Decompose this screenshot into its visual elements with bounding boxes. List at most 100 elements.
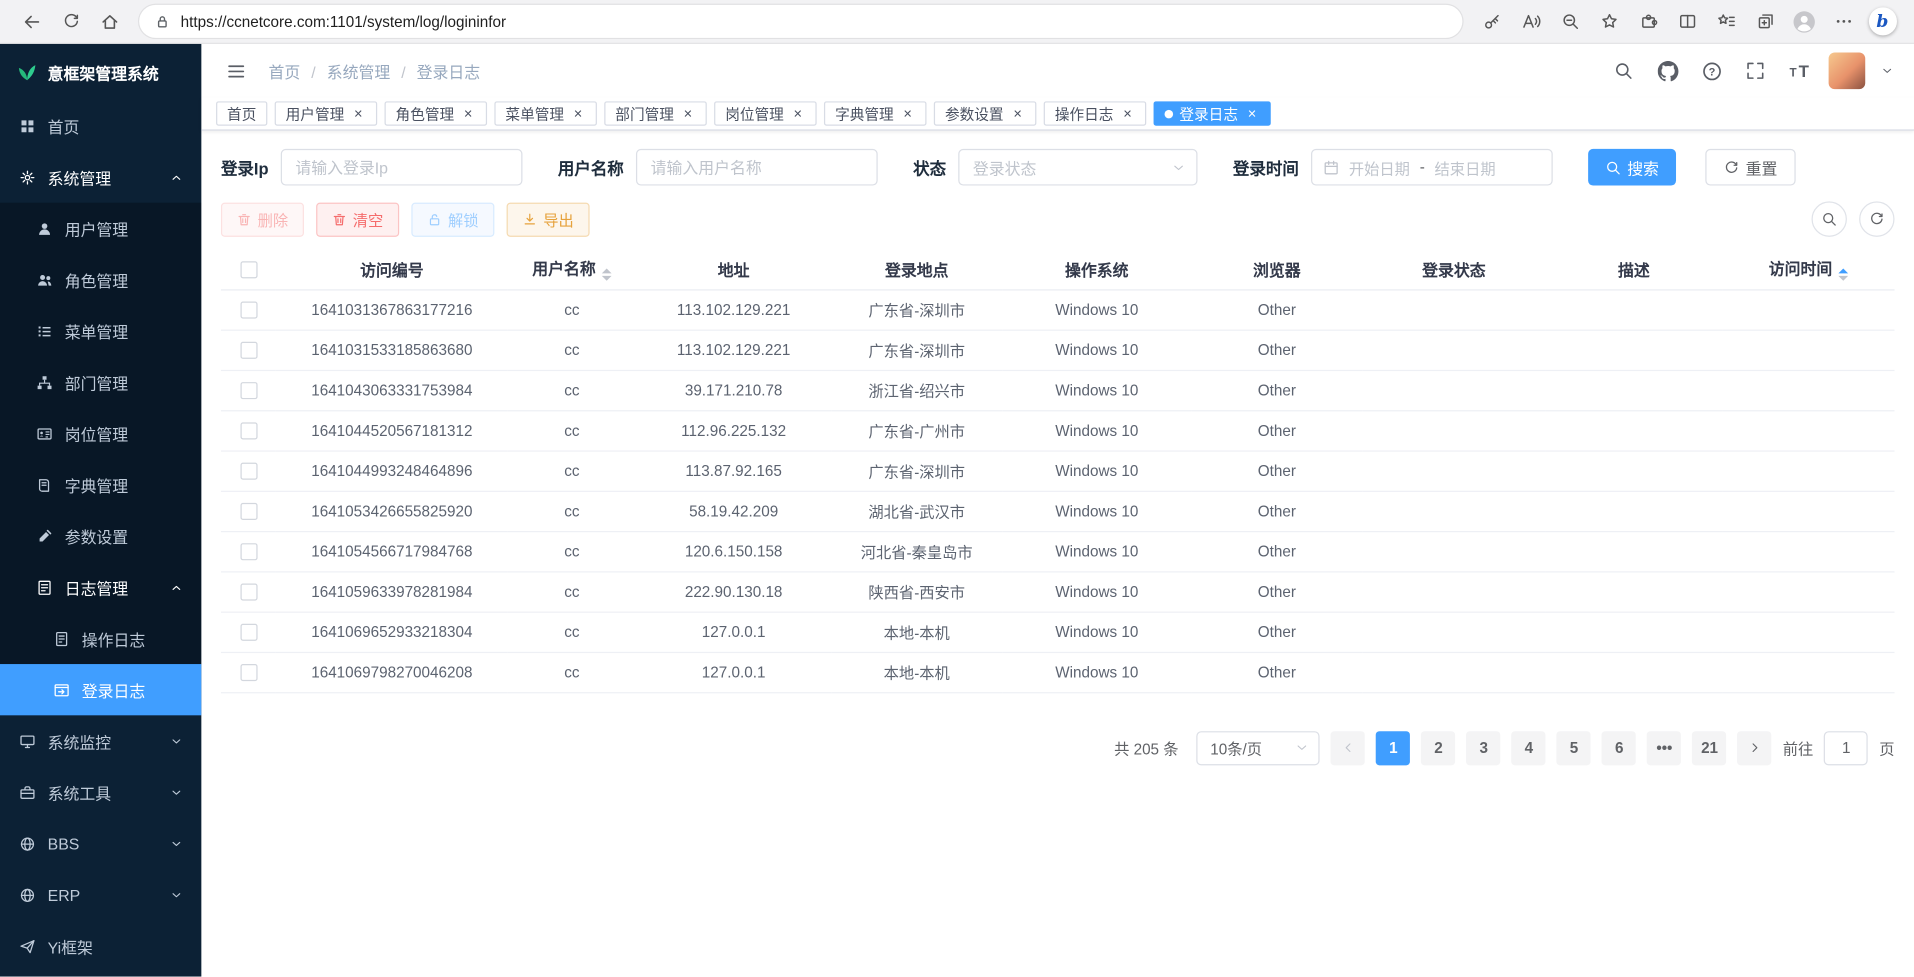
read-aloud-icon[interactable] [1511, 3, 1550, 40]
table-row[interactable]: 1641069798270046208 cc 127.0.0.1 本地-本机 W… [221, 652, 1895, 692]
tab-close-icon[interactable] [680, 106, 696, 122]
extensions-icon[interactable] [1628, 3, 1667, 40]
page-size-select[interactable]: 10条/页 [1197, 731, 1320, 765]
breadcrumb-item[interactable]: 首页 [269, 59, 301, 82]
tab-close-icon[interactable] [460, 106, 476, 122]
favorites-add-icon[interactable] [1589, 3, 1628, 40]
zoom-out-icon[interactable] [1550, 3, 1589, 40]
tab[interactable]: 首页 [216, 101, 267, 125]
password-key-icon[interactable] [1472, 3, 1511, 40]
page-number-button[interactable]: 21 [1692, 731, 1726, 765]
page-number-button[interactable]: 2 [1421, 731, 1455, 765]
clear-button[interactable]: 清空 [316, 202, 399, 236]
sidebar-item-yi-framework[interactable]: Yi框架 [0, 920, 201, 971]
user-menu-caret-icon[interactable] [1880, 56, 1895, 85]
sidebar-item-erp[interactable]: ERP [0, 869, 201, 920]
tab[interactable]: 岗位管理 [714, 101, 817, 125]
tab[interactable]: 登录日志 [1154, 101, 1271, 125]
sidebar-item-role-management[interactable]: 角色管理 [0, 254, 201, 305]
table-row[interactable]: 1641054566717984768 cc 120.6.150.158 河北省… [221, 531, 1895, 571]
reset-button[interactable]: 重置 [1705, 149, 1795, 186]
sidebar-item-bbs[interactable]: BBS [0, 818, 201, 869]
search-button[interactable]: 搜索 [1588, 149, 1676, 186]
user-avatar[interactable] [1829, 52, 1866, 89]
row-checkbox[interactable] [240, 624, 257, 641]
table-row[interactable]: 1641031533185863680 cc 113.102.129.221 广… [221, 330, 1895, 370]
github-icon[interactable] [1653, 56, 1682, 85]
sidebar-item-dept-management[interactable]: 部门管理 [0, 356, 201, 407]
page-number-button[interactable]: ••• [1647, 731, 1681, 765]
font-size-icon[interactable]: TT [1785, 56, 1814, 85]
table-row[interactable]: 1641059633978281984 cc 222.90.130.18 陕西省… [221, 571, 1895, 611]
table-row[interactable]: 1641044993248464896 cc 113.87.92.165 广东省… [221, 450, 1895, 490]
row-checkbox[interactable] [240, 422, 257, 439]
refresh-table-button[interactable] [1859, 201, 1894, 236]
browser-profile-avatar[interactable] [1785, 3, 1824, 40]
site-info-lock-icon[interactable] [154, 13, 171, 30]
table-row[interactable]: 1641044520567181312 cc 112.96.225.132 广东… [221, 410, 1895, 450]
sidebar-item-system-tools[interactable]: 系统工具 [0, 767, 201, 818]
browser-menu-dots-icon[interactable] [1824, 3, 1863, 40]
tab[interactable]: 角色管理 [385, 101, 488, 125]
sidebar-toggle-hamburger-icon[interactable] [221, 56, 250, 85]
username-input[interactable] [636, 149, 878, 186]
sidebar-item-operation-log[interactable]: 操作日志 [0, 613, 201, 664]
row-checkbox[interactable] [240, 382, 257, 399]
help-question-icon[interactable]: ? [1697, 56, 1726, 85]
date-range-picker[interactable]: 开始日期 - 结束日期 [1311, 149, 1553, 186]
browser-refresh-icon[interactable] [51, 3, 90, 40]
breadcrumb-item[interactable]: 系统管理 [300, 59, 390, 82]
sidebar-item-home[interactable]: 首页 [0, 100, 201, 151]
tab-close-icon[interactable] [350, 106, 366, 122]
tab-close-icon[interactable] [1010, 106, 1026, 122]
sort-icons[interactable] [602, 269, 612, 281]
prev-page-button[interactable] [1331, 731, 1365, 765]
table-row[interactable]: 1641043063331753984 cc 39.171.210.78 浙江省… [221, 370, 1895, 410]
tab[interactable]: 字典管理 [824, 101, 927, 125]
tab-close-icon[interactable] [1244, 106, 1260, 122]
table-row[interactable]: 1641069652933218304 cc 127.0.0.1 本地-本机 W… [221, 612, 1895, 652]
page-number-button[interactable]: 5 [1557, 731, 1591, 765]
fullscreen-icon[interactable] [1741, 56, 1770, 85]
sidebar-item-param-settings[interactable]: 参数设置 [0, 510, 201, 561]
page-number-button[interactable]: 1 [1376, 731, 1410, 765]
tab[interactable]: 操作日志 [1044, 101, 1147, 125]
sidebar-item-log-management[interactable]: 日志管理 [0, 562, 201, 613]
table-row[interactable]: 1641053426655825920 cc 58.19.42.209 湖北省-… [221, 491, 1895, 531]
sidebar-item-dict-management[interactable]: 字典管理 [0, 459, 201, 510]
next-page-button[interactable] [1738, 731, 1772, 765]
favorites-bar-icon[interactable] [1707, 3, 1746, 40]
row-checkbox[interactable] [240, 342, 257, 359]
toggle-search-button[interactable] [1812, 201, 1847, 236]
sidebar-item-post-management[interactable]: 岗位管理 [0, 408, 201, 459]
tab[interactable]: 菜单管理 [494, 101, 597, 125]
collections-icon[interactable] [1746, 3, 1785, 40]
export-button[interactable]: 导出 [507, 202, 590, 236]
breadcrumb-item[interactable]: 登录日志 [390, 59, 480, 82]
row-checkbox[interactable] [240, 543, 257, 560]
select-all-checkbox[interactable] [240, 261, 257, 278]
row-checkbox[interactable] [240, 583, 257, 600]
tab-close-icon[interactable] [570, 106, 586, 122]
address-bar[interactable]: https://ccnetcore.com:1101/system/log/lo… [139, 5, 1462, 38]
sidebar-item-login-log[interactable]: 登录日志 [0, 664, 201, 715]
unlock-button[interactable]: 解锁 [411, 202, 494, 236]
goto-page-input[interactable] [1824, 731, 1868, 765]
browser-home-icon[interactable] [90, 3, 129, 40]
tab[interactable]: 参数设置 [934, 101, 1037, 125]
status-select[interactable]: 登录状态 [958, 149, 1197, 186]
copilot-icon[interactable]: b [1863, 3, 1902, 40]
table-row[interactable]: 1641031367863177216 cc 113.102.129.221 广… [221, 289, 1895, 329]
tab-close-icon[interactable] [790, 106, 806, 122]
sidebar-item-user-management[interactable]: 用户管理 [0, 203, 201, 254]
row-checkbox[interactable] [240, 301, 257, 318]
page-number-button[interactable]: 4 [1512, 731, 1546, 765]
tab[interactable]: 部门管理 [604, 101, 707, 125]
row-checkbox[interactable] [240, 462, 257, 479]
app-logo[interactable]: 意框架管理系统 [0, 44, 201, 100]
column-header-visit-time[interactable]: 访问时间 [1722, 249, 1894, 289]
delete-button[interactable]: 删除 [221, 202, 304, 236]
sort-icons[interactable] [1838, 269, 1848, 281]
page-number-button[interactable]: 6 [1602, 731, 1636, 765]
sidebar-item-system-management[interactable]: 系统管理 [0, 151, 201, 202]
